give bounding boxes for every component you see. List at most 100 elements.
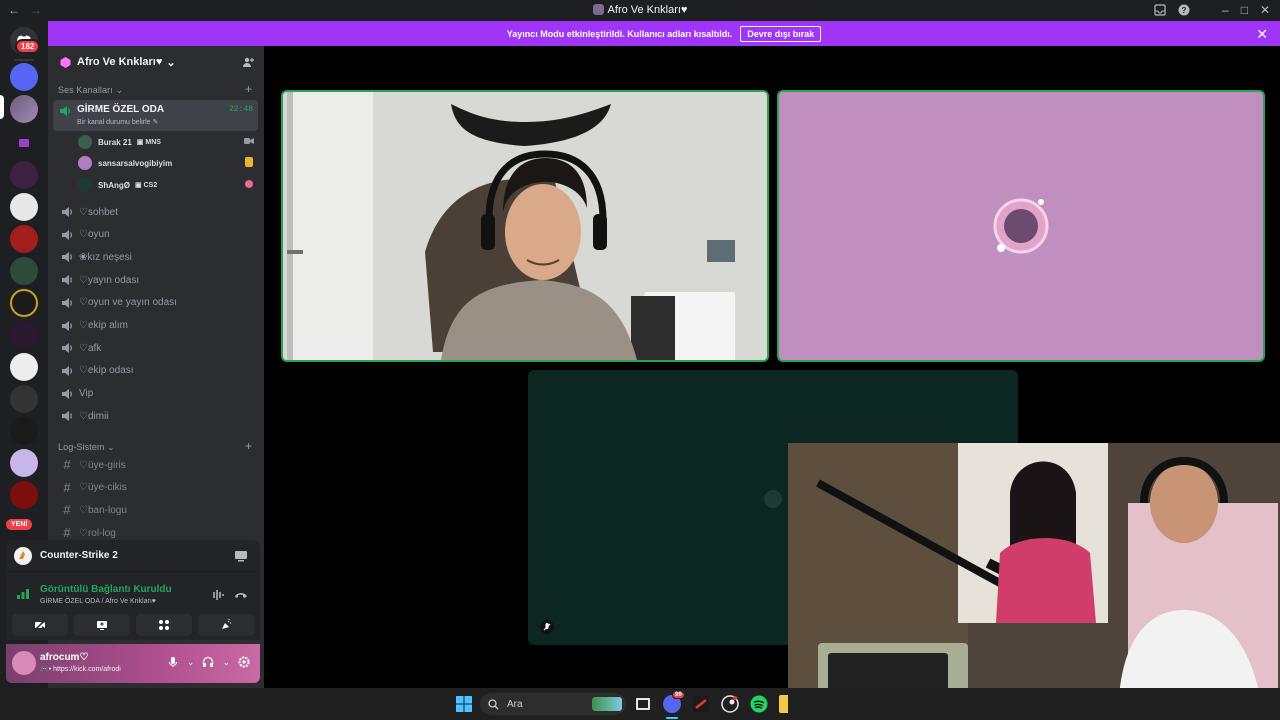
- voice-channel-item[interactable]: ♡oyun: [58, 224, 254, 246]
- voice-channel-name: ♡oyun: [79, 229, 110, 241]
- voice-channel-item[interactable]: Vip: [58, 383, 254, 405]
- speaker-icon: [62, 365, 72, 376]
- server-icon-9[interactable]: [10, 321, 38, 349]
- stream-webcam-overlay: [788, 443, 1280, 720]
- voice-channel-item[interactable]: ♡dimii: [58, 405, 254, 427]
- server-icon-10[interactable]: [10, 353, 38, 381]
- voice-user[interactable]: Burak 21 ▣ MNS: [78, 132, 258, 152]
- maximize-icon[interactable]: □: [1241, 3, 1248, 17]
- voice-channel-item[interactable]: ♡ekip alım: [58, 315, 254, 337]
- windows-start-icon[interactable]: [455, 695, 473, 713]
- soundboard-button[interactable]: [198, 614, 254, 636]
- user-name[interactable]: afrocum♡: [40, 652, 88, 663]
- voice-channel-item[interactable]: ♡yayın odası: [58, 269, 254, 291]
- activity-row[interactable]: Counter-Strike 2: [6, 540, 260, 572]
- server-icon-11[interactable]: [10, 385, 38, 413]
- new-badge[interactable]: YENİ: [4, 517, 35, 532]
- voice-user-activity-tag: ▣ MNS: [137, 138, 161, 147]
- voice-channel-item[interactable]: ❀kız neşesi: [58, 246, 254, 268]
- close-notice-icon[interactable]: ✕: [1256, 26, 1268, 43]
- user-status: 🎮• https://kick.com/afrodi: [40, 666, 121, 673]
- close-window-icon[interactable]: ✕: [1260, 3, 1270, 17]
- add-channel-icon[interactable]: +: [245, 82, 252, 96]
- video-tile-sansarsalvogibiyim[interactable]: [777, 90, 1265, 362]
- hashtag-icon: #: [63, 479, 71, 495]
- speaker-icon: [62, 229, 72, 240]
- taskbar-search[interactable]: Ara: [480, 693, 626, 715]
- server-icon-13[interactable]: [10, 449, 38, 477]
- file-explorer-icon[interactable]: [779, 695, 788, 713]
- voice-user-name: SħAngØ: [98, 180, 130, 190]
- voice-panel: Counter-Strike 2 Görüntülü Bağlantı Kuru…: [6, 540, 260, 640]
- text-channel-item[interactable]: # ♡üye-giris: [58, 454, 254, 476]
- server-icon-14[interactable]: [10, 481, 38, 509]
- voice-user[interactable]: SħAngØ ▣ CS2: [78, 175, 258, 195]
- server-icon-4[interactable]: [10, 161, 38, 189]
- help-icon[interactable]: ?: [1178, 4, 1190, 16]
- speaker-icon: [62, 320, 72, 331]
- voice-channel-item[interactable]: ♡afk: [58, 337, 254, 359]
- server-icon-5[interactable]: [10, 193, 38, 221]
- activities-icon: [159, 620, 169, 630]
- voice-channel-name: ♡yayın odası: [79, 274, 140, 286]
- voice-user-avatar: [78, 135, 92, 149]
- connection-signal-icon[interactable]: [16, 586, 30, 600]
- channel-status-text[interactable]: Bir kanal durumu belirle ✎: [77, 118, 158, 126]
- voice-connection-location[interactable]: GİRME ÖZEL ODA / Afro Ve Knkları♥: [40, 598, 156, 605]
- camera-off-icon: [34, 619, 46, 631]
- hashtag-icon: #: [63, 457, 71, 472]
- mic-options-chevron-icon[interactable]: ⌄: [187, 657, 195, 668]
- voice-channel-item[interactable]: ♡sohbet: [58, 201, 254, 223]
- user-avatar[interactable]: [12, 651, 36, 675]
- dm-unread-badge: 182: [15, 39, 41, 54]
- voice-channel-item[interactable]: ♡oyun ve yayın odası: [58, 292, 254, 314]
- server-icon-6[interactable]: [10, 225, 38, 253]
- invite-people-icon[interactable]: [242, 56, 254, 68]
- disconnect-icon[interactable]: [234, 589, 248, 601]
- server-icon-8[interactable]: [10, 289, 38, 317]
- app-icon-red[interactable]: [692, 695, 710, 713]
- steam-icon[interactable]: [721, 695, 739, 713]
- voice-user[interactable]: sansarsalvogibiyim: [78, 153, 258, 173]
- text-channel-item[interactable]: # ♡üye-cikis: [58, 477, 254, 499]
- headphones-icon[interactable]: [202, 656, 214, 668]
- speaker-icon: [62, 252, 72, 263]
- stream-game-icon[interactable]: [234, 549, 248, 563]
- voice-channel-item[interactable]: ♡ekip odası: [58, 360, 254, 382]
- voice-connected-status[interactable]: Görüntülü Bağlantı Kuruldu: [40, 584, 172, 595]
- voice-channel-name: ♡sohbet: [79, 206, 118, 218]
- settings-gear-icon[interactable]: [238, 656, 250, 668]
- server-folder-icon[interactable]: [10, 129, 38, 157]
- minimize-icon[interactable]: –: [1222, 3, 1229, 17]
- text-channel-item[interactable]: # ♡ban-logu: [58, 499, 254, 521]
- add-log-channel-icon[interactable]: +: [245, 439, 252, 453]
- disable-streamer-mode-button[interactable]: Devre dışı bırak: [740, 25, 822, 42]
- server-icon-1[interactable]: [10, 63, 38, 91]
- server-icon-12[interactable]: [10, 417, 38, 445]
- category-voice-channels[interactable]: Ses Kanalları ⌄: [58, 85, 123, 96]
- active-voice-channel[interactable]: GİRME ÖZEL ODA Bir kanal durumu belirle …: [53, 100, 258, 131]
- activities-button[interactable]: [136, 614, 192, 636]
- voice-channel-name: ♡afk: [79, 342, 102, 354]
- server-header[interactable]: Afro Ve Knkları♥ ⌄: [48, 46, 264, 78]
- server-icon-7[interactable]: [10, 257, 38, 285]
- server-icon-afro[interactable]: [10, 95, 38, 123]
- camera-off-button[interactable]: [12, 614, 68, 636]
- audio-options-chevron-icon[interactable]: ⌄: [222, 657, 230, 668]
- counter-strike-icon: [14, 546, 32, 565]
- category-log-system[interactable]: Log-Sistem ⌄: [58, 442, 115, 453]
- server-boost-icon: [60, 56, 71, 68]
- noise-suppression-icon[interactable]: [210, 589, 224, 601]
- avatar-feed: [993, 198, 1049, 254]
- window-title: Afro Ve Knkları♥: [607, 4, 688, 16]
- video-tile-burak[interactable]: [281, 90, 769, 362]
- mute-status-icon: [540, 620, 554, 634]
- task-view-icon[interactable]: [634, 695, 652, 713]
- screen-share-button[interactable]: [74, 614, 130, 636]
- microphone-icon[interactable]: [167, 656, 179, 668]
- inbox-icon[interactable]: [1154, 4, 1166, 16]
- spotify-icon[interactable]: [750, 695, 768, 713]
- selected-server-pill: [0, 95, 4, 119]
- voice-channel-name: ♡ekip odası: [79, 365, 134, 377]
- activity-game-name: Counter-Strike 2: [40, 550, 118, 561]
